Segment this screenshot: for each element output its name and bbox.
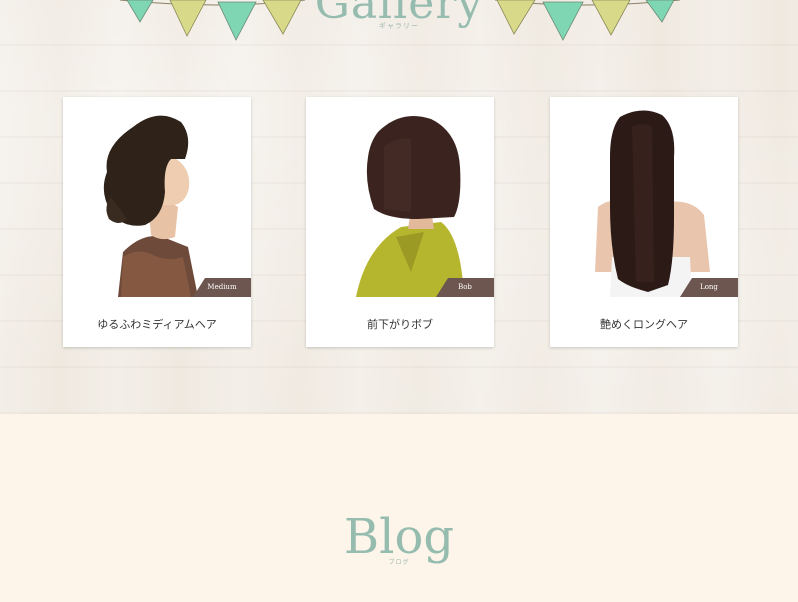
- style-name-bob: 前下がりボブ: [367, 318, 433, 331]
- gallery-section: Gallery ギャラリー Medium ゆるふわミディアムヘア Bob 前下が…: [0, 0, 798, 414]
- gallery-card-bob[interactable]: Bob 前下がりボブ: [306, 97, 494, 347]
- gallery-card-medium[interactable]: Medium ゆるふわミディアムヘア: [63, 97, 251, 347]
- hair-photo-medium: [63, 97, 251, 297]
- blog-subtitle: ブログ: [388, 559, 410, 566]
- gallery-subtitle: ギャラリー: [379, 22, 419, 30]
- blog-section: Blog ブログ: [0, 414, 798, 602]
- gallery-card-long[interactable]: Long 艶めくロングヘア: [550, 97, 738, 347]
- style-name-medium: ゆるふわミディアムヘア: [97, 318, 217, 331]
- gallery-cards: Medium ゆるふわミディアムヘア Bob 前下がりボブ Long 艶めくロン…: [0, 97, 798, 349]
- hair-photo-long: [550, 97, 738, 297]
- hair-photo-bob: [306, 97, 494, 297]
- style-name-long: 艶めくロングヘア: [600, 318, 688, 331]
